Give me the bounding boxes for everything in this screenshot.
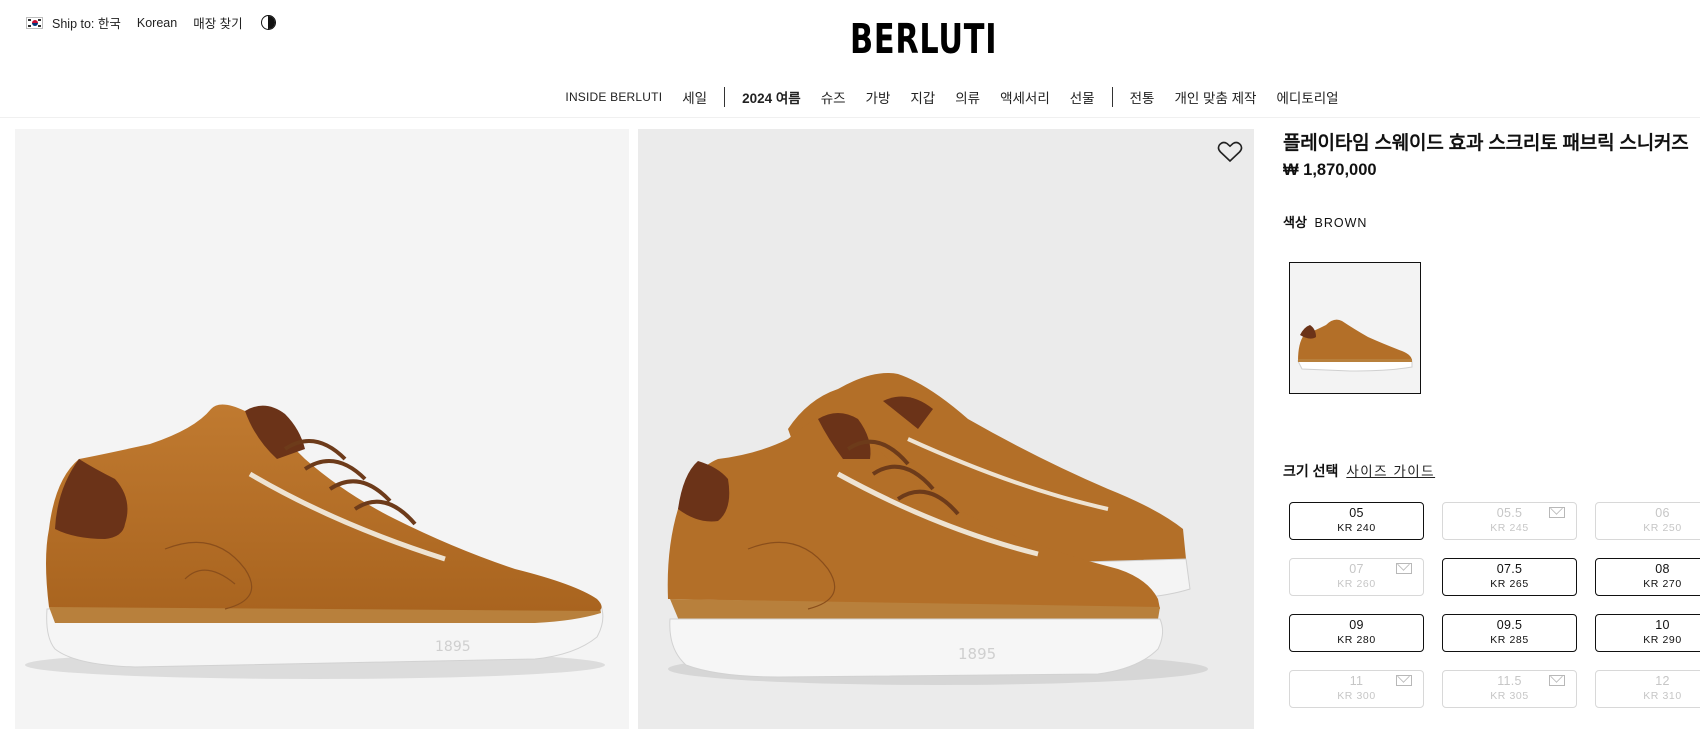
logo[interactable]: BERLUTI [850, 16, 1054, 62]
nav-divider [1111, 87, 1113, 107]
svg-text:1895: 1895 [435, 639, 471, 655]
nav-item-bespoke[interactable]: 개인 맞춤 제작 [1174, 87, 1256, 107]
heart-icon[interactable] [1217, 140, 1243, 164]
size-kr: KR 270 [1643, 578, 1682, 590]
color-swatch-brown[interactable] [1289, 262, 1421, 394]
size-number: 05 [1349, 506, 1364, 520]
mail-icon [1396, 563, 1412, 574]
size-option-05-5[interactable]: 05.5 KR 245 [1442, 502, 1577, 540]
size-number: 09 [1349, 618, 1364, 632]
size-option-07[interactable]: 07 KR 260 [1289, 558, 1424, 596]
size-guide-link[interactable]: 사이즈 가이드 [1346, 464, 1435, 479]
color-label: 색상 [1283, 215, 1307, 230]
size-option-11[interactable]: 11 KR 300 [1289, 670, 1424, 708]
size-option-05[interactable]: 05 KR 240 [1289, 502, 1424, 540]
store-finder-link[interactable]: 매장 찾기 [193, 13, 242, 32]
size-option-08[interactable]: 08 KR 270 [1595, 558, 1700, 596]
sneaker-side-image: 1895 [25, 404, 605, 679]
contrast-icon[interactable] [260, 15, 276, 30]
product-info: 플레이타임 스웨이드 효과 스크리토 패브릭 스니커즈 ₩ 1,870,000 … [1283, 128, 1700, 231]
size-option-07-5[interactable]: 07.5 KR 265 [1442, 558, 1577, 596]
color-value: BROWN [1314, 216, 1368, 230]
nav-item-editorial[interactable]: 에디토리얼 [1276, 87, 1338, 107]
size-number: 10 [1655, 618, 1670, 632]
product-title: 플레이타임 스웨이드 효과 스크리토 패브릭 스니커즈 [1283, 133, 1689, 154]
svg-text:1895: 1895 [958, 645, 996, 663]
nav-item-shoes[interactable]: 슈즈 [821, 87, 846, 107]
size-option-09[interactable]: 09 KR 280 [1289, 614, 1424, 652]
size-kr: KR 265 [1490, 578, 1529, 590]
product-image-side[interactable]: 1895 [15, 129, 629, 729]
nav-divider [724, 87, 726, 107]
nav-item-summer-2024[interactable]: 2024 여름 [742, 87, 801, 107]
nav-item-heritage[interactable]: 전통 [1130, 87, 1155, 107]
size-number: 09.5 [1496, 618, 1523, 632]
size-kr: KR 305 [1490, 690, 1529, 702]
sneaker-pair-image: 1895 [667, 373, 1208, 685]
size-kr: KR 240 [1337, 522, 1376, 534]
korea-flag-icon [26, 16, 43, 29]
nav-item-inside-berluti[interactable]: INSIDE BERLUTI [565, 90, 662, 104]
size-kr: KR 300 [1337, 690, 1376, 702]
size-kr: KR 310 [1643, 690, 1682, 702]
size-label: 크기 선택 [1283, 463, 1339, 479]
site-header: Ship to: 한국 Korean 매장 찾기 BERLUTI INSIDE … [0, 0, 1700, 118]
nav-item-bags[interactable]: 가방 [866, 87, 891, 107]
size-option-09-5[interactable]: 09.5 KR 285 [1442, 614, 1577, 652]
mail-icon [1549, 675, 1565, 686]
nav-item-wallets[interactable]: 지갑 [910, 87, 935, 107]
swatch-thumbnail [1297, 319, 1413, 372]
product-price: ₩ 1,870,000 [1283, 161, 1377, 179]
language-link[interactable]: Korean [137, 16, 177, 30]
size-number: 12 [1655, 674, 1670, 688]
mail-icon [1396, 675, 1412, 686]
main-nav: INSIDE BERLUTI 세일 2024 여름 슈즈 가방 지갑 의류 액세… [0, 87, 1700, 107]
size-option-06[interactable]: 06 KR 250 [1595, 502, 1700, 540]
size-number: 08 [1655, 562, 1670, 576]
color-row: 색상 BROWN [1283, 212, 1700, 231]
size-number: 06 [1655, 506, 1670, 520]
size-kr: KR 250 [1643, 522, 1682, 534]
size-kr: KR 245 [1490, 522, 1529, 534]
size-kr: KR 285 [1490, 634, 1529, 646]
size-kr: KR 280 [1337, 634, 1376, 646]
size-kr: KR 290 [1643, 634, 1682, 646]
size-number: 07.5 [1496, 562, 1523, 576]
nav-item-accessories[interactable]: 액세서리 [1000, 87, 1050, 107]
nav-item-clothing[interactable]: 의류 [955, 87, 980, 107]
product-image-pair[interactable]: 1895 [638, 129, 1254, 729]
nav-item-sale[interactable]: 세일 [682, 87, 707, 107]
logo-text: BERLUTI [850, 15, 998, 63]
size-option-12[interactable]: 12 KR 310 [1595, 670, 1700, 708]
utility-bar: Ship to: 한국 Korean 매장 찾기 [26, 13, 276, 32]
size-option-11-5[interactable]: 11.5 KR 305 [1442, 670, 1577, 708]
nav-item-gifts[interactable]: 선물 [1070, 87, 1095, 107]
size-kr: KR 260 [1337, 578, 1376, 590]
ship-to-link[interactable]: Ship to: 한국 [52, 13, 121, 32]
size-selector-header: 크기 선택 사이즈 가이드 [1283, 460, 1435, 481]
mail-icon [1549, 507, 1565, 518]
size-option-10[interactable]: 10 KR 290 [1595, 614, 1700, 652]
